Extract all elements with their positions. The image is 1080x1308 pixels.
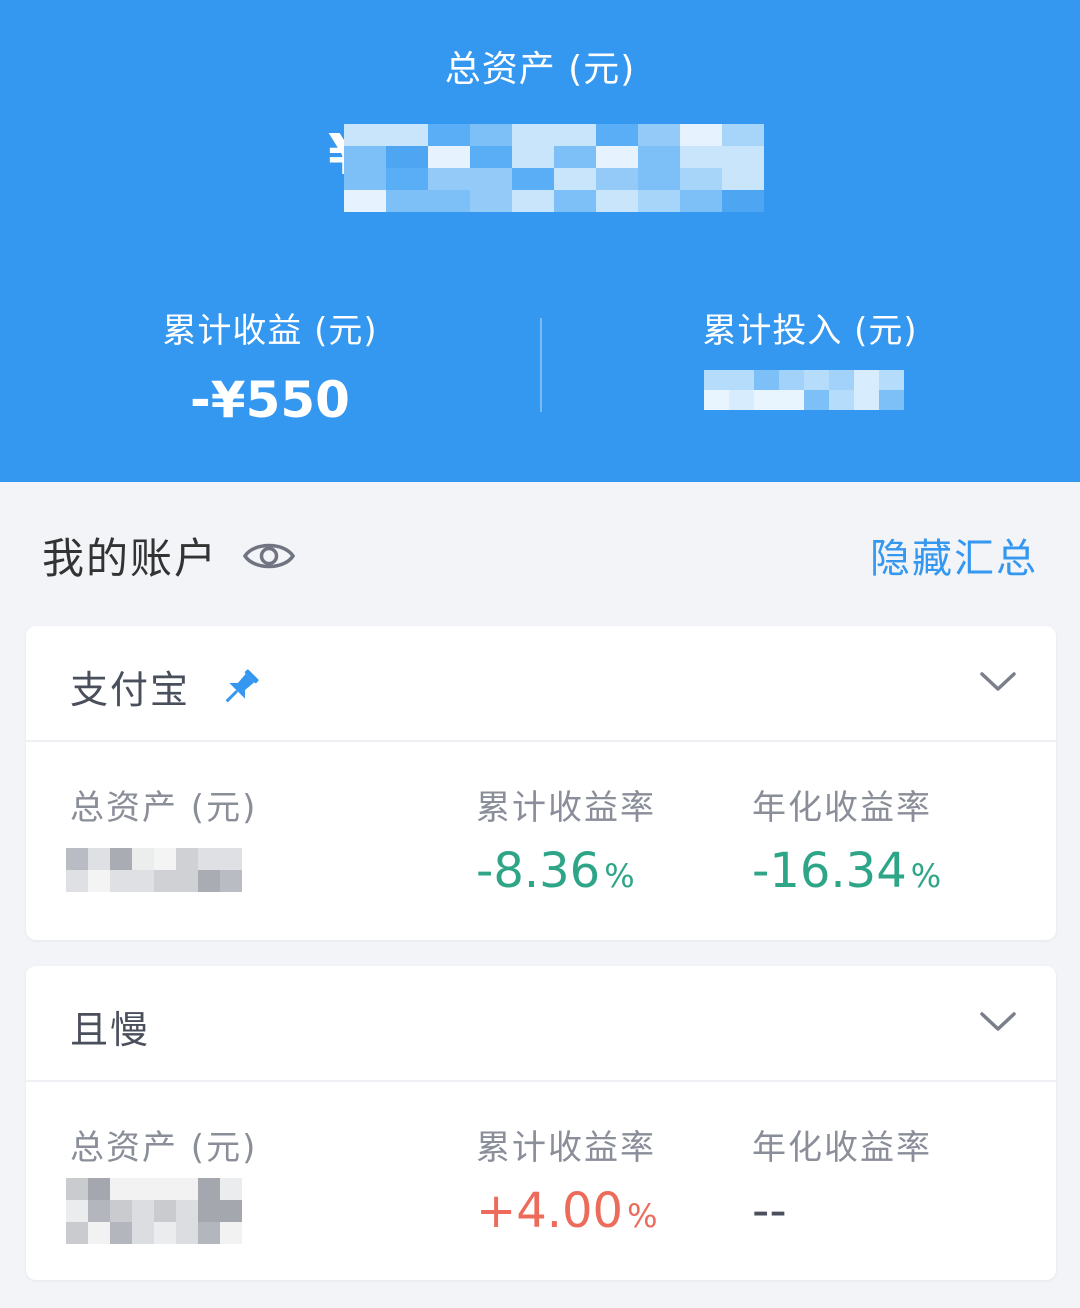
cumulative-gain-block: 累计收益 (元) -¥550 [0,306,540,432]
annual-rate-number: -- [752,1183,787,1239]
cumulative-gain-label: 累计收益 (元) [162,311,378,351]
account-name: 支付宝 [70,668,191,712]
cumulative-rate-number: +4.00 [476,1183,624,1239]
cumulative-rate-number: -8.36 [476,843,601,899]
blurred-amount [66,1178,242,1244]
annual-rate-unit: % [910,857,942,895]
annual-rate-value: -16.34% [752,838,941,909]
annual-rate-label: 年化收益率 [752,1128,932,1168]
cumulative-rate-value: -8.36% [476,838,635,909]
cumulative-rate-label: 累计收益率 [476,788,656,828]
annual-rate-value: -- [752,1178,787,1244]
cumulative-input-block: 累计投入 (元) [540,306,1080,356]
eye-icon[interactable] [242,536,296,576]
cumulative-rate-value: +4.00% [476,1178,658,1249]
annual-rate-number: -16.34 [752,843,907,899]
account-total-label: 总资产 (元) [70,1128,258,1168]
total-assets-label: 总资产 (元) [444,49,636,90]
account-card-header[interactable]: 支付宝 [26,626,1056,742]
cumulative-input-label: 累计投入 (元) [702,311,918,351]
account-card[interactable]: 且慢 总资产 (元) 累计收益率 +4.00% 年化收益率 -- [26,966,1056,1280]
annual-rate-label: 年化收益率 [752,788,932,828]
chevron-down-icon[interactable] [978,670,1018,694]
chevron-down-icon[interactable] [978,1010,1018,1034]
pin-icon [226,669,259,702]
my-accounts-title: 我的账户 [42,534,219,583]
account-card[interactable]: 支付宝 总资产 (元) 累计收益率 -8.36% 年化收益率 -16.34% [26,626,1056,940]
account-name: 且慢 [70,1008,151,1052]
cumulative-rate-unit: % [604,857,635,895]
account-card-header[interactable]: 且慢 [26,966,1056,1082]
hide-summary-button[interactable]: 隐藏汇总 [870,530,1038,588]
blurred-amount [66,848,242,892]
asset-summary-header: 总资产 (元) ¥ 累计收益 (元) -¥550 累计投入 (元) [0,0,1080,482]
cumulative-gain-value: -¥550 [190,371,350,429]
cumulative-rate-unit: % [627,1197,658,1235]
cumulative-rate-label: 累计收益率 [476,1128,656,1168]
blurred-amount [344,124,764,212]
account-total-label: 总资产 (元) [70,788,258,828]
blurred-amount [704,370,904,410]
